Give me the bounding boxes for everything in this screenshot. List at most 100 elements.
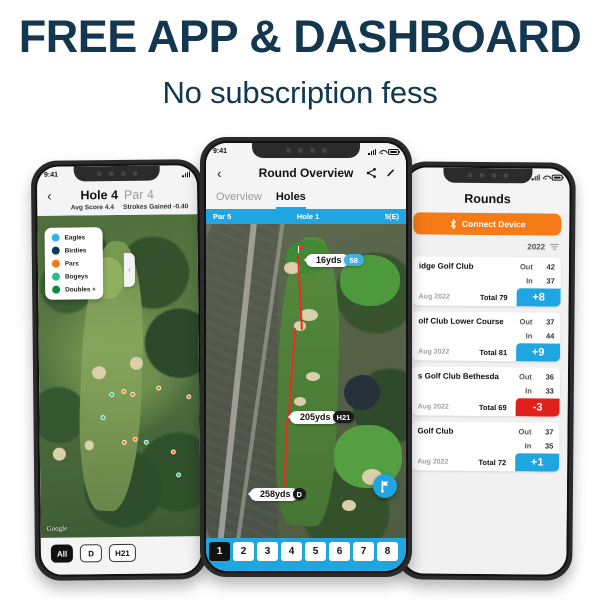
- shot-club-badge: H21: [332, 411, 355, 424]
- out-label: Out: [519, 317, 533, 327]
- signal-icon: [368, 148, 376, 155]
- out-label: Out: [519, 262, 533, 272]
- tab-holes[interactable]: Holes: [275, 191, 306, 209]
- in-label: In: [526, 276, 533, 286]
- legend-collapse-chevron-left-icon[interactable]: ‹: [123, 252, 136, 287]
- in-value: 37: [546, 276, 555, 286]
- phone-right: Rounds Connect Device 2022 idge Golf Clu…: [396, 161, 576, 581]
- out-value: 37: [546, 317, 555, 327]
- shot-distance: 16yds: [306, 253, 349, 267]
- legend-label: Bogeys: [64, 272, 89, 281]
- hole-button-6[interactable]: 6: [329, 542, 350, 561]
- status-time: 9:41: [43, 171, 59, 179]
- shot-marker[interactable]: 258yds D: [250, 487, 306, 501]
- hole-navbar: ‹ Hole 4 Par 4 Avg Score 4.4 Strokes Gai…: [37, 182, 198, 216]
- round-card[interactable]: Golf Club Out 37 In 35 Aug 2022 Total 72 +…: [411, 421, 560, 472]
- out-value: 36: [545, 372, 554, 382]
- hole-button-1[interactable]: 1: [209, 542, 230, 561]
- round-card[interactable]: s Golf Club Bethesda Out 36 In 33 Aug 2022…: [411, 366, 561, 417]
- hole-button-7[interactable]: 7: [353, 542, 374, 561]
- in-label: In: [525, 331, 533, 341]
- chip-h21[interactable]: H21: [109, 543, 136, 563]
- hole-button-4[interactable]: 4: [281, 542, 302, 561]
- rounds-list-body: Connect Device 2022 idge Golf Club Out 4…: [402, 211, 570, 575]
- round-total: Total 72: [478, 457, 507, 467]
- shot-dot[interactable]: [100, 414, 106, 420]
- hole-label: Hole 4: [80, 188, 119, 203]
- legend-label: Doubles +: [65, 285, 96, 294]
- chevron-left-icon[interactable]: ‹: [47, 188, 52, 203]
- chevron-left-icon[interactable]: ‹: [217, 166, 222, 180]
- legend-swatch-eagles: [51, 233, 60, 242]
- hole-map[interactable]: Eagles Birdies Pars Bogeys Doubles + ‹ G…: [37, 214, 201, 538]
- shot-dot[interactable]: [171, 449, 177, 455]
- legend-item: Eagles: [51, 233, 96, 242]
- shot-dot[interactable]: [186, 394, 192, 400]
- phones-stage: 9:41 ‹ Hole 4 Par 4 Avg Score 4.4 Stroke…: [0, 0, 600, 600]
- notch: [443, 167, 533, 184]
- tab-overview[interactable]: Overview: [216, 191, 262, 209]
- flag-icon-button[interactable]: [373, 474, 397, 498]
- flag-icon: [381, 480, 389, 493]
- shot-marker[interactable]: 205yds H21: [290, 410, 355, 424]
- status-icons: [368, 148, 401, 155]
- year-filter[interactable]: 2022: [413, 234, 561, 257]
- phone-left-screen: 9:41 ‹ Hole 4 Par 4 Avg Score 4.4 Stroke…: [36, 165, 202, 575]
- notch: [252, 143, 360, 158]
- legend-swatch-pars: [51, 259, 60, 268]
- shot-dot[interactable]: [120, 388, 126, 394]
- bunker-shape: [130, 356, 143, 370]
- round-card[interactable]: idge Golf Club Out 42 In 37 Aug 2022 Total…: [412, 256, 561, 307]
- shot-dot[interactable]: [176, 471, 182, 478]
- legend-item: Pars: [51, 259, 96, 268]
- shot-dot[interactable]: [143, 440, 149, 446]
- hole-button-8[interactable]: 8: [377, 542, 398, 561]
- out-label: Out: [518, 427, 532, 437]
- battery-icon: [388, 148, 401, 155]
- chip-all[interactable]: All: [50, 544, 74, 563]
- round-date: Aug 2022: [418, 292, 450, 301]
- in-value: 35: [544, 441, 554, 451]
- hole-button-5[interactable]: 5: [305, 542, 326, 561]
- legend-label: Eagles: [64, 233, 86, 242]
- battery-icon: [551, 174, 563, 181]
- hole-number: Hole 1: [296, 212, 320, 221]
- legend-swatch-bogeys: [51, 272, 61, 281]
- shot-marker[interactable]: 16yds 58: [306, 253, 364, 267]
- in-label: In: [525, 386, 532, 396]
- hole-score: 5(E): [384, 212, 399, 221]
- club-filter-bar: All D H21: [40, 536, 202, 575]
- phone-left: 9:41 ‹ Hole 4 Par 4 Avg Score 4.4 Stroke…: [30, 159, 208, 581]
- round-total: Total 81: [479, 347, 508, 357]
- shot-club-badge: 58: [343, 254, 364, 267]
- phone-right-bezel: Rounds Connect Device 2022 idge Golf Clu…: [400, 165, 572, 577]
- chip-d[interactable]: D: [80, 544, 103, 563]
- avg-score-stat: Avg Score 4.4: [70, 204, 115, 212]
- legend-swatch-birdies: [51, 246, 60, 255]
- round-card[interactable]: olf Club Lower Course Out 37 In 44 Aug 202…: [412, 311, 561, 362]
- bunker-shape: [342, 500, 356, 512]
- phone-center: 9:41 ‹ Round Overview Overview Holes Par…: [200, 137, 412, 577]
- shot-dot[interactable]: [132, 436, 138, 443]
- round-score-badge: +8: [516, 288, 561, 307]
- share-icon[interactable]: [366, 167, 377, 179]
- hole-button-2[interactable]: 2: [233, 542, 254, 561]
- score-legend: Eagles Birdies Pars Bogeys Doubles +: [44, 227, 103, 300]
- round-date: Aug 2022: [418, 347, 450, 356]
- round-score-badge: +1: [515, 453, 560, 472]
- legend-label: Pars: [64, 259, 79, 268]
- legend-item: Birdies: [51, 246, 96, 255]
- bunker-shape: [294, 396, 306, 407]
- phone-left-bezel: 9:41 ‹ Hole 4 Par 4 Avg Score 4.4 Stroke…: [34, 163, 204, 577]
- out-label: Out: [518, 372, 532, 382]
- phone-center-bezel: 9:41 ‹ Round Overview Overview Holes Par…: [204, 141, 408, 573]
- shot-dot[interactable]: [155, 385, 162, 391]
- water-hazard: [339, 370, 385, 414]
- notch: [73, 165, 161, 182]
- hole-button-3[interactable]: 3: [257, 542, 278, 561]
- hole-satellite-map[interactable]: 16yds 58 205yds H21 258yds D: [206, 224, 406, 538]
- strokes-gained-stat: Strokes Gained -0.40: [123, 203, 189, 211]
- pencil-icon[interactable]: [385, 168, 396, 179]
- connect-device-button[interactable]: Connect Device: [413, 212, 562, 236]
- in-value: 44: [545, 331, 555, 341]
